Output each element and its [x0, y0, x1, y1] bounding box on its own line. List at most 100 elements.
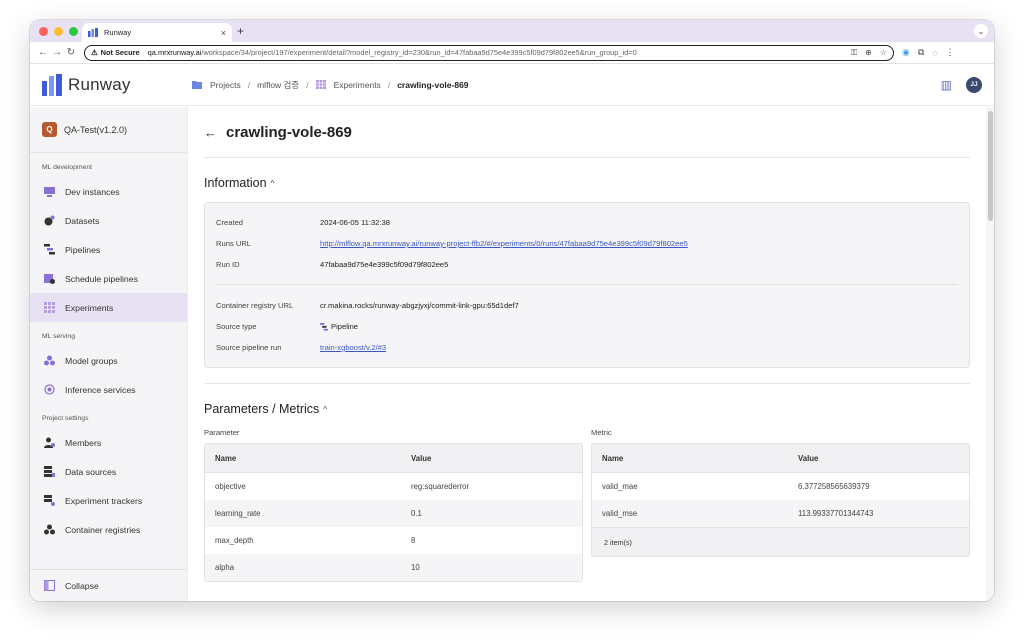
user-avatar[interactable]: JJ	[966, 76, 982, 93]
metric-table: Name Value valid_mae 6.377258565639379 v…	[591, 443, 970, 557]
sidebar-item-experiments[interactable]: Experiments	[30, 293, 187, 322]
experiments-icon	[315, 80, 326, 89]
page-title: crawling-vole-869	[226, 123, 352, 141]
url-path: /workspace/34/project/197/experiment/det…	[201, 48, 637, 57]
maximize-window-button[interactable]	[69, 26, 78, 36]
breadcrumb-experiments[interactable]: Experiments	[334, 80, 381, 90]
section-ml-serving: ML serving	[42, 333, 75, 340]
minimize-window-button[interactable]	[54, 26, 63, 36]
pipelines-icon	[44, 244, 55, 255]
runs-url-link[interactable]: http://mlflow.qa.mrxrunway.ai/runway-pro…	[320, 239, 688, 248]
key-icon[interactable]: ⚿	[851, 48, 857, 58]
scrollbar-thumb[interactable]	[987, 111, 993, 221]
chevron-up-icon: ^	[323, 404, 328, 414]
folder-icon	[192, 81, 202, 89]
table-row: learning_rate 0.1	[205, 500, 582, 527]
sidebar-item-container-registries[interactable]: Container registries	[30, 515, 187, 544]
table-row: max_depth 8	[215, 536, 416, 545]
section-project-settings: Project settings	[42, 415, 89, 422]
column-header-name[interactable]: Name	[205, 454, 403, 463]
info-row-container-registry: Container registry URL cr.makina.rocks/r…	[216, 301, 519, 310]
breadcrumb-projects[interactable]: Projects	[210, 80, 241, 90]
sidebar-item-members[interactable]: Members	[30, 428, 187, 457]
breadcrumb-project[interactable]: mlflow 검증	[257, 79, 299, 91]
main-content: ← crawling-vole-869 Information ^ Create…	[188, 107, 986, 601]
close-window-button[interactable]	[39, 26, 48, 36]
not-secure-badge[interactable]: ⚠ Not Secure	[91, 48, 140, 57]
window-controls	[30, 26, 78, 36]
reload-icon[interactable]: ↻	[64, 47, 78, 58]
column-header-value[interactable]: Value	[790, 454, 969, 463]
collapse-sidebar-button[interactable]: Collapse	[30, 569, 187, 601]
info-row-source-pipeline-run: Source pipeline run train-xgboost/v.2/#3	[216, 343, 387, 352]
runway-favicon-icon	[88, 28, 98, 37]
metric-caption: Metric	[591, 428, 612, 437]
sidebar-item-dev-instances[interactable]: Dev instances	[30, 177, 187, 206]
experiment-trackers-icon	[44, 495, 55, 506]
sidebar-item-pipelines[interactable]: Pipelines	[30, 235, 187, 264]
puzzle-icon[interactable]: ⧉	[918, 47, 924, 58]
sidebar-item-model-groups[interactable]: Model groups	[30, 346, 187, 375]
close-tab-icon[interactable]: ×	[221, 28, 226, 38]
info-row-run-id: Run ID 47fabaa9d75e4e399c5f09d79f802ee5	[216, 260, 449, 269]
created-value: 2024-06-05 11:32:38	[320, 218, 390, 227]
metric-column: Metric Name Value valid_mae 6.3772585656…	[591, 428, 970, 582]
docs-book-icon[interactable]: ▥	[941, 78, 952, 92]
source-pipeline-run-link[interactable]: train-xgboost/v.2/#3	[320, 343, 386, 352]
zoom-icon[interactable]: ⊕	[865, 48, 872, 58]
column-header-value[interactable]: Value	[403, 454, 582, 463]
extension-icons: ◉ ⧉ ◌ ⋮	[902, 47, 955, 58]
sidebar-item-schedule-pipelines[interactable]: Schedule pipelines	[30, 264, 187, 293]
browser-tab[interactable]: Runway ×	[82, 23, 232, 42]
table-row: alpha 10	[205, 554, 582, 581]
breadcrumb-separator: /	[306, 79, 309, 90]
experiments-icon	[44, 302, 55, 313]
url-field[interactable]: ⚠ Not Secure qa.mrxrunway.ai/workspace/34…	[84, 44, 894, 61]
information-title: Information	[204, 176, 267, 190]
parameter-caption: Parameter	[204, 428, 240, 437]
breadcrumb: Projects / mlflow 검증 / Experiments / cra…	[192, 79, 469, 91]
datasets-icon	[44, 215, 55, 226]
table-row: valid_mse 113.99337701344743	[592, 500, 969, 527]
profile-icon[interactable]: ◌	[932, 48, 937, 58]
url-actions: ⚿ ⊕ ☆	[851, 48, 887, 58]
information-card: Created 2024-06-05 11:32:38 Runs URL htt…	[204, 202, 970, 368]
section-ml-development: ML development	[42, 164, 92, 171]
params-section-toggle[interactable]: Parameters / Metrics ^	[204, 384, 970, 428]
new-tab-button[interactable]: +	[237, 24, 244, 38]
source-type-value: Pipeline	[320, 322, 358, 331]
column-header-name[interactable]: Name	[592, 454, 790, 463]
warning-icon: ⚠	[91, 48, 98, 57]
data-sources-icon	[44, 466, 55, 477]
sidebar-item-inference-services[interactable]: Inference services	[30, 375, 187, 404]
members-icon	[44, 437, 55, 448]
project-selector[interactable]: Q QA-Test(v1.2.0)	[30, 107, 187, 153]
project-badge: Q	[42, 122, 57, 137]
table-row: valid_mae 6.377258565639379	[602, 482, 870, 491]
container-registry-value: cr.makina.rocks/runway-abgzjyxj/commit-l…	[320, 301, 519, 310]
more-menu-icon[interactable]: ⋮	[946, 47, 955, 58]
back-nav-icon[interactable]: ←	[36, 47, 50, 58]
model-groups-icon	[44, 355, 55, 366]
run-id-value: 47fabaa9d75e4e399c5f09d79f802ee5	[320, 260, 449, 269]
bookmark-star-icon[interactable]: ☆	[880, 48, 887, 58]
main-scrollbar[interactable]	[986, 107, 994, 601]
tab-search-icon[interactable]: ⌄	[974, 24, 988, 38]
runway-logo-icon	[42, 73, 62, 96]
extension-icon[interactable]: ◉	[902, 47, 910, 58]
logo-text: Runway	[68, 74, 131, 94]
parameter-column: Parameter Name Value objective reg:squar…	[204, 428, 583, 582]
sidebar-item-data-sources[interactable]: Data sources	[30, 457, 187, 486]
information-section-toggle[interactable]: Information ^	[204, 158, 970, 202]
collapse-icon	[44, 580, 55, 591]
back-arrow-icon[interactable]: ←	[204, 125, 217, 140]
sidebar-item-datasets[interactable]: Datasets	[30, 206, 187, 235]
breadcrumb-separator: /	[387, 79, 391, 90]
chevron-up-icon: ^	[270, 178, 275, 188]
forward-nav-icon[interactable]: →	[50, 47, 64, 58]
sidebar-item-experiment-trackers[interactable]: Experiment trackers	[30, 486, 187, 515]
project-name: QA-Test(v1.2.0)	[64, 124, 128, 135]
runway-logo[interactable]: Runway	[30, 73, 188, 96]
browser-tab-bar: Runway × + ⌄	[30, 20, 994, 42]
inference-services-icon	[44, 384, 55, 395]
